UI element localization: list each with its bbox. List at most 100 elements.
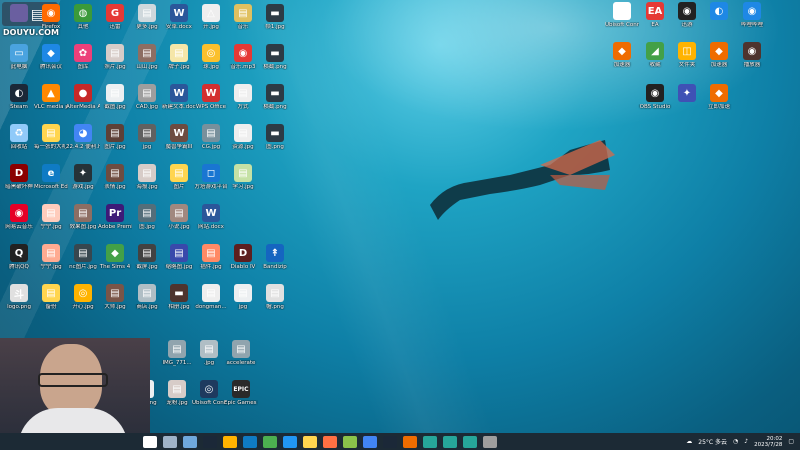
taskbar-store-icon[interactable]	[263, 435, 277, 448]
taskbar-app5-icon[interactable]	[483, 435, 497, 448]
desktop-icon[interactable]: ▬ 帧1.jpg	[258, 4, 292, 30]
desktop-icon[interactable]: ▤ 山山.jpg	[130, 44, 164, 70]
desktop-icon[interactable]: ▤ 海报.jpg	[130, 164, 164, 190]
clock[interactable]: 20:02 2023/7/28	[754, 436, 782, 448]
desktop-icon[interactable]: ▤ 照片.jpg	[98, 44, 132, 70]
desktop-icon[interactable]: ✦ 游戏.jpg	[66, 164, 100, 190]
taskbar-mail-icon[interactable]	[283, 435, 297, 448]
taskbar-task-view-icon[interactable]	[183, 435, 197, 448]
desktop-icon[interactable]: ◻ 方塔游戏平台	[194, 164, 228, 190]
desktop-icon[interactable]: G 迅雷	[98, 4, 132, 30]
desktop-icon[interactable]: ▤ 方式	[226, 84, 260, 110]
desktop-icon[interactable]: ▬ 图.png	[258, 124, 292, 150]
desktop-icon[interactable]: Q 腾讯QQ	[2, 244, 36, 270]
desktop-icon[interactable]: ◎ 球.jpg	[194, 44, 228, 70]
desktop-icon[interactable]: W 新建文本.docx	[162, 84, 196, 110]
desktop-icon[interactable]: ▤ 商店.jpg	[130, 284, 164, 310]
desktop-icon[interactable]: ▬ 横截.png	[258, 44, 292, 70]
desktop-icon[interactable]: ▤ 牌子.jpg	[162, 44, 196, 70]
desktop-icon[interactable]: D 暗黑破坏神	[2, 164, 36, 190]
desktop-icon[interactable]: ▤ 宠粉.jpg	[160, 380, 194, 406]
desktop-icon[interactable]: ▤ 更多.jpg	[130, 4, 164, 30]
desktop-icon[interactable]: ▤ jpg	[130, 124, 164, 150]
desktop-icon[interactable]: ▭ 此电脑	[2, 44, 36, 70]
taskbar-start-icon[interactable]	[143, 435, 157, 448]
desktop-icon[interactable]: ▤ 插件.jpg	[194, 244, 228, 270]
desktop-icon[interactable]: ▤ 学习.jpg	[226, 164, 260, 190]
desktop-icon[interactable]: ▤ 图.jpg	[130, 204, 164, 230]
taskbar-steam2-icon[interactable]	[383, 435, 397, 448]
desktop-icon[interactable]: ▤ CG.jpg	[194, 124, 228, 150]
notification-icon[interactable]: ▢	[788, 438, 794, 445]
desktop-icon[interactable]: ◉ 哔哩哔哩	[735, 2, 769, 28]
desktop-icon[interactable]: ◉ 迅游	[670, 2, 704, 28]
desktop-icon[interactable]: ◉ OBS Studio	[638, 84, 672, 110]
desktop-icon[interactable]: ▤ 资源.jpg	[226, 124, 260, 150]
taskbar-explorer-icon[interactable]	[223, 435, 237, 448]
desktop-icon[interactable]: ▤ nc图片.jpg	[66, 244, 100, 270]
desktop-icon[interactable]: ◎ Ubisoft Connect	[605, 2, 639, 28]
desktop-icon[interactable]: ▤ accelerate	[224, 340, 258, 366]
desktop-icon[interactable]: ◉ 音乐.mp3	[226, 44, 260, 70]
desktop-icon[interactable]: W 安卓.docx	[162, 4, 196, 30]
desktop-icon[interactable]: W 网站.docx	[194, 204, 228, 230]
desktop-icon[interactable]: W 魔兽争霸III	[162, 124, 196, 150]
desktop-icon[interactable]: ▤ 效果图.jpg	[66, 204, 100, 230]
desktop-icon[interactable]: ◉ 播放器	[735, 42, 769, 68]
desktop-icon[interactable]: ▤ 音乐	[226, 4, 260, 30]
taskbar-search-icon[interactable]	[163, 435, 177, 448]
desktop-icon[interactable]: ▤ 截屏.jpg	[130, 244, 164, 270]
weather-text[interactable]: 25°C 多云	[698, 437, 727, 446]
desktop-icon[interactable]: ▤ 缩略图.jpg	[162, 244, 196, 270]
taskbar-edge-icon[interactable]	[243, 435, 257, 448]
desktop-icon[interactable]: ✿ 图库	[66, 44, 100, 70]
desktop-icon[interactable]: ▤ 小说.jpg	[162, 204, 196, 230]
desktop-icon[interactable]: ▬ 相册.jpg	[162, 284, 196, 310]
desktop-icon[interactable]: ◍ 其他	[66, 4, 100, 30]
desktop-icon[interactable]: ◕ 22.4.2 便利.html	[66, 124, 100, 150]
desktop-icon[interactable]	[2, 4, 36, 24]
desktop-icon[interactable]: ◎ Ubisoft Connect	[192, 380, 226, 406]
desktop-icon[interactable]: ✦	[670, 84, 704, 104]
desktop-icon[interactable]: ▤ 表情.jpg	[98, 164, 132, 190]
taskbar-app3-icon[interactable]	[443, 435, 457, 448]
desktop-icon[interactable]: ● AlterMedia Audio Ca...	[66, 84, 100, 110]
desktop-icon[interactable]: ▤ 宁宁.jpg	[34, 204, 68, 230]
desktop-icon[interactable]: ▤ .jpg	[192, 340, 226, 366]
desktop-icon[interactable]: ▤ 截图.jpg	[98, 84, 132, 110]
taskbar-app2-icon[interactable]	[423, 435, 437, 448]
desktop-icon[interactable]: ◆ 加速器	[702, 42, 736, 68]
desktop-icon[interactable]: Pr Adobe Premiere	[98, 204, 132, 230]
desktop-icon[interactable]: ▤ jpg	[226, 284, 260, 310]
desktop-icon[interactable]: ◆ 加速器	[605, 42, 639, 68]
desktop-icon[interactable]: ▤ CAD.jpg	[130, 84, 164, 110]
desktop-icon[interactable]: ↟ Bandizip	[258, 244, 292, 270]
desktop-icon[interactable]: ◫ 文件夹	[670, 42, 704, 68]
desktop-icon[interactable]: ▤ 大师.jpg	[98, 284, 132, 310]
desktop-icon[interactable]: ◢ 收藏	[638, 42, 672, 68]
taskbar-chrome-icon[interactable]	[363, 435, 377, 448]
volume-icon[interactable]: ♪	[744, 438, 748, 445]
desktop-icon[interactable]: D Diablo IV	[226, 244, 260, 270]
desktop-icon[interactable]: ▤ IMG_771...	[160, 340, 194, 366]
desktop-icon[interactable]: ▤ 备份	[34, 284, 68, 310]
desktop-icon[interactable]: ◆ 腾讯会议	[34, 44, 68, 70]
desktop-icon[interactable]: ◐	[702, 2, 736, 22]
desktop-icon[interactable]: ▤ 宁宁.jpg	[34, 244, 68, 270]
desktop-icon[interactable]: ▤ 每一张的大礼包	[34, 124, 68, 150]
desktop-icon[interactable]: ▲ VLC media player	[34, 84, 68, 110]
desktop-icon[interactable]: e Microsoft Edge	[34, 164, 68, 190]
desktop-icon[interactable]: ◉ Firefox	[34, 4, 68, 30]
taskbar-photos-icon[interactable]	[343, 435, 357, 448]
desktop-icon[interactable]: ◆ The Sims 4	[98, 244, 132, 270]
desktop-icon[interactable]: EA EA	[638, 2, 672, 28]
network-icon[interactable]: ◔	[733, 438, 738, 445]
desktop-icon[interactable]: ▤ 帽.png	[258, 284, 292, 310]
taskbar-app-icon[interactable]	[403, 435, 417, 448]
desktop-icon[interactable]: ♻ 回收站	[2, 124, 36, 150]
desktop-icon[interactable]: ◉ 网易云音乐	[2, 204, 36, 230]
desktop-icon[interactable]: ◆ 立即加速	[702, 84, 736, 110]
desktop-icon[interactable]: EPIC Epic Games Launcher	[224, 380, 258, 406]
desktop-icon[interactable]: W WPS Office	[194, 84, 228, 110]
desktop-icon[interactable]: 斗 logo.png	[2, 284, 36, 310]
